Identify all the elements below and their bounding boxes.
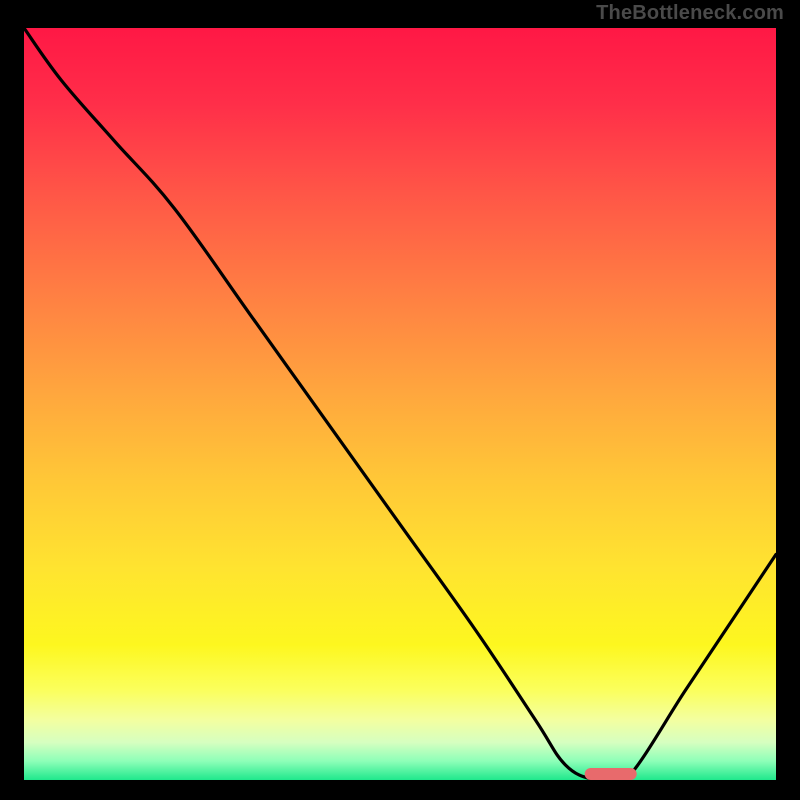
chart-frame: TheBottleneck.com (0, 0, 800, 800)
plot-area (24, 28, 776, 780)
optimal-marker (584, 768, 637, 780)
watermark-label: TheBottleneck.com (596, 2, 784, 25)
bottleneck-curve (24, 28, 776, 780)
